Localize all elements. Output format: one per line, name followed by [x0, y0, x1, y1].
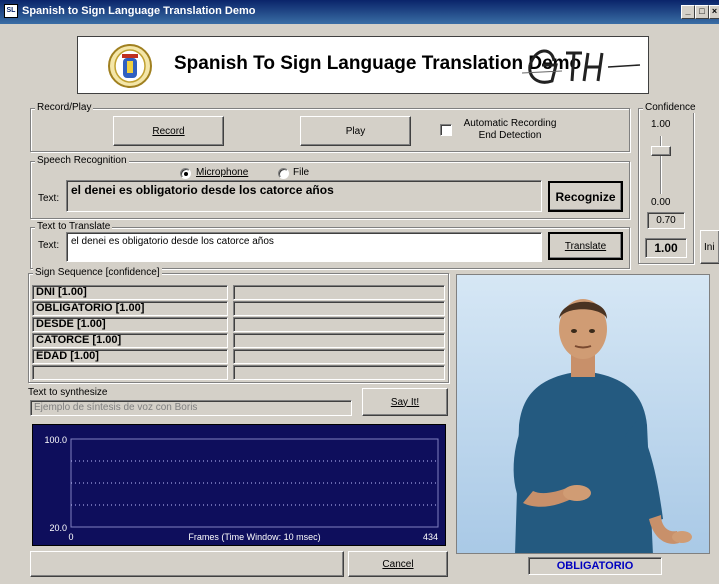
pitch-chart-svg: 100.0 20.00 434 Frames (Time Window: 10 mse… — [44, 435, 439, 542]
app-icon: SL — [4, 4, 18, 18]
client-area: Spanish To Sign Language Translation Dem… — [0, 24, 719, 584]
window-title: Spanish to Sign Language Translation Dem… — [22, 5, 256, 17]
confidence-slider-thumb[interactable] — [651, 146, 671, 156]
signing-avatar-icon — [457, 275, 709, 553]
sign-item — [32, 365, 228, 380]
record-button[interactable]: Record — [113, 116, 224, 146]
sign-slot-empty — [233, 317, 445, 332]
auto-detect-label: Automatic Recording End Detection — [463, 118, 557, 141]
cancel-button[interactable]: Cancel — [348, 551, 448, 577]
university-seal-icon — [108, 44, 152, 88]
pitch-chart: 100.0 20.0 0 434 Frames (Time Window: 10 mse… — [32, 424, 446, 546]
play-button[interactable]: Play — [300, 116, 411, 146]
x-axis-label: Frames (Time Window: 10 msec) — [188, 532, 320, 542]
recognize-button[interactable]: Recognize — [548, 181, 623, 212]
speech-recognition-label: Speech Recognition — [35, 155, 129, 166]
sign-slot-empty — [233, 333, 445, 348]
confidence-threshold-field[interactable]: 0.70 — [647, 212, 685, 229]
confidence-min-label: 0.00 — [651, 197, 671, 208]
gth-logo-icon — [522, 49, 641, 84]
current-sign-label: OBLIGATORIO — [528, 557, 662, 575]
synthesize-input[interactable]: Ejemplo de síntesis de voz con Boris — [30, 400, 352, 416]
sign-slot-empty — [233, 301, 445, 316]
confidence-slider-track — [660, 136, 662, 194]
sign-slot-empty — [233, 349, 445, 364]
record-play-label: Record/Play — [35, 102, 94, 113]
auto-detect-checkbox[interactable] — [440, 124, 452, 136]
window-titlebar: SL Spanish to Sign Language Translation … — [0, 0, 719, 24]
translate-text-input[interactable]: el denei es obligatorio desde los catorc… — [66, 232, 542, 262]
y-tick-label: 100.0 — [44, 435, 67, 445]
file-radio[interactable] — [278, 168, 289, 179]
sign-slot-empty — [233, 365, 445, 380]
sign-item: CATORCE [1.00] — [32, 333, 228, 348]
ini-button[interactable]: Ini — [700, 230, 719, 264]
confidence-label: Confidence — [643, 102, 698, 113]
x-tick-label: 0 — [68, 532, 73, 542]
banner: Spanish To Sign Language Translation Dem… — [77, 36, 649, 94]
close-button[interactable]: × — [709, 5, 719, 19]
sign-item: DNI [1.00] — [32, 285, 228, 300]
sign-item: OBLIGATORIO [1.00] — [32, 301, 228, 316]
confidence-value-field: 1.00 — [645, 238, 687, 258]
synthesize-label: Text to synthesize — [28, 387, 108, 398]
sign-slot-empty — [233, 285, 445, 300]
microphone-radio-label: Microphone — [196, 167, 249, 178]
x-tick-label: 434 — [423, 532, 438, 542]
confidence-max-label: 1.00 — [651, 119, 671, 130]
translate-text-label: Text: — [38, 240, 60, 251]
say-it-button[interactable]: Say It! — [362, 388, 448, 416]
text-to-translate-label: Text to Translate — [35, 221, 113, 232]
sign-item: EDAD [1.00] — [32, 349, 228, 364]
avatar-panel — [456, 274, 710, 554]
minimize-button[interactable]: _ — [681, 5, 695, 19]
banner-title: Spanish To Sign Language Translation Dem… — [174, 53, 582, 74]
radio-selected-dot — [184, 172, 188, 176]
maximize-button[interactable]: □ — [695, 5, 709, 19]
y-tick-label: 20.0 — [49, 523, 67, 533]
translate-button[interactable]: Translate — [548, 232, 623, 260]
status-panel — [30, 551, 344, 577]
file-radio-label: File — [293, 167, 310, 178]
sign-item: DESDE [1.00] — [32, 317, 228, 332]
microphone-radio[interactable] — [180, 168, 191, 179]
sign-sequence-label: Sign Sequence [confidence] — [33, 267, 162, 278]
recognized-text-field: el denei es obligatorio desde los catorc… — [66, 180, 542, 212]
plot-frame — [70, 438, 439, 528]
recognition-text-label: Text: — [38, 193, 60, 204]
